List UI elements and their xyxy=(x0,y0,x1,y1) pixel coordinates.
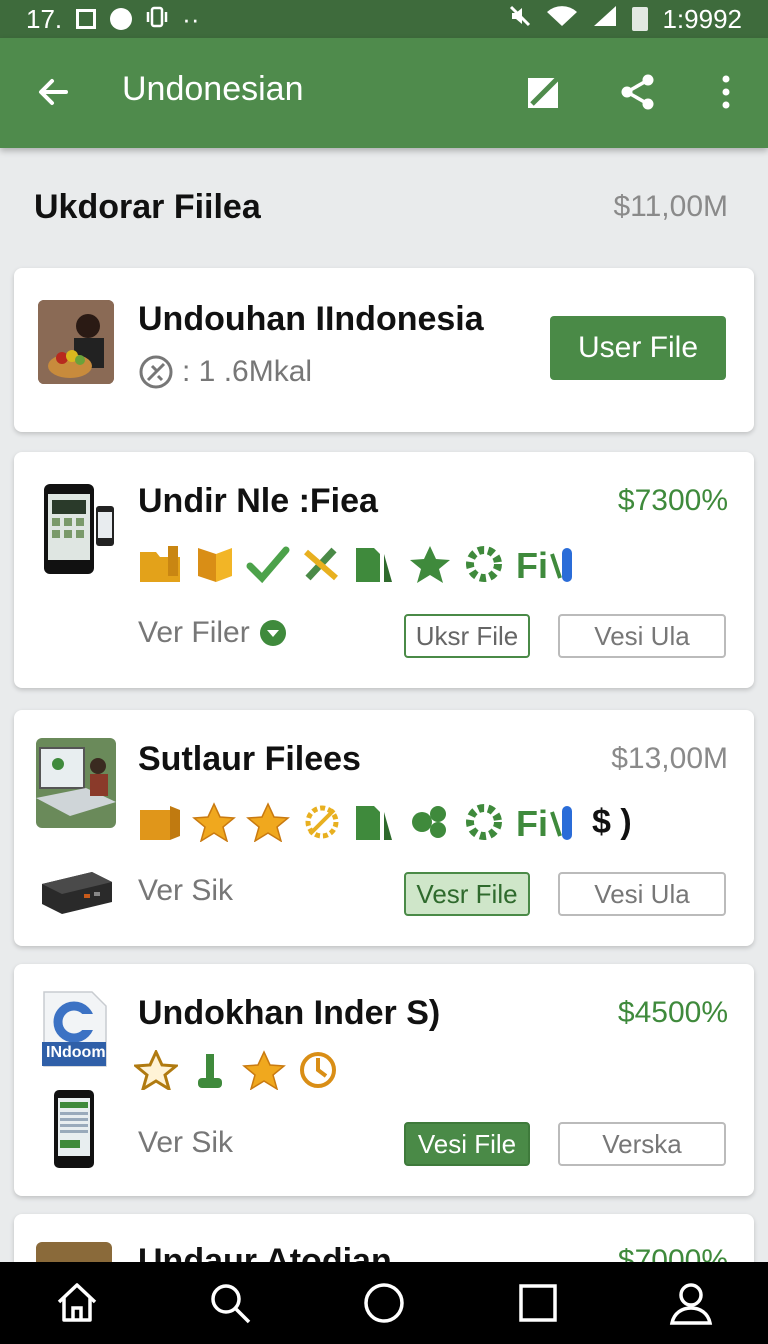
card-price: $13,00M xyxy=(611,742,728,775)
battery-icon xyxy=(632,7,649,31)
version-file-button[interactable]: Vesi File xyxy=(404,1122,530,1166)
card-price: $4500% xyxy=(617,996,728,1029)
square-status-icon xyxy=(76,9,97,29)
icon-row xyxy=(134,1050,340,1090)
page-title: Ukdorar Fiilea xyxy=(34,187,261,226)
svg-text:Fi: Fi xyxy=(516,803,548,842)
status-text: 17. xyxy=(26,3,63,34)
search-icon[interactable] xyxy=(207,1280,253,1326)
dropdown-icon[interactable] xyxy=(258,618,288,648)
file-ext-icon: Fi xyxy=(516,545,572,584)
laptop-thumbnail xyxy=(36,738,116,828)
icon-row-text: $ ) xyxy=(592,802,632,841)
vibrate-icon xyxy=(146,4,168,35)
status-bar: 17. ·· 1:9992 xyxy=(0,0,768,38)
card-size: : 1 .6Mkal xyxy=(182,355,313,388)
view-button[interactable]: Vesi Ula xyxy=(558,872,726,916)
notification-icon xyxy=(110,8,133,30)
card-label: Ver Filer xyxy=(138,616,250,649)
file-card-4[interactable]: INdoom Undokhan Inder S) $4500% Ver Sik … xyxy=(14,964,754,1196)
version-file-button[interactable]: Vesr File xyxy=(404,872,530,916)
star-icon xyxy=(192,802,236,842)
user-file-button[interactable]: Uksr File xyxy=(404,614,530,658)
book-icon xyxy=(356,548,392,582)
file-ext-icon: Fi xyxy=(516,803,572,842)
star-icon xyxy=(242,1050,286,1090)
check-icon xyxy=(246,546,290,584)
user-file-button[interactable]: User File xyxy=(550,316,726,380)
profile-icon[interactable] xyxy=(668,1280,714,1326)
card-subtitle-row: : 1 .6Mkal xyxy=(138,354,312,390)
circle-icon[interactable] xyxy=(361,1280,407,1326)
clock-icon xyxy=(300,1052,336,1088)
card-price: $7300% xyxy=(617,484,728,517)
share-icon[interactable] xyxy=(618,72,658,112)
card-title: Undokhan Inder S) xyxy=(138,994,441,1032)
device-thumbnail xyxy=(38,866,116,918)
app-thumbnail: INdoom xyxy=(42,990,108,1070)
folder-icon xyxy=(198,548,232,582)
card-label-row: Ver Filer xyxy=(138,616,288,650)
card-label: Ver Sik xyxy=(138,874,234,907)
edit-icon[interactable] xyxy=(524,72,564,112)
phone-thumbnail xyxy=(42,482,116,576)
gear-icon xyxy=(466,546,502,582)
file-card-2[interactable]: Undir Nle :Fiea $7300% Fi Ver Filer Uksr… xyxy=(14,452,754,688)
app-title: Undonesian xyxy=(122,70,304,108)
bottom-navigation xyxy=(0,1262,768,1344)
leaf-icon xyxy=(412,806,446,838)
card-title: Undouhan IIndonesia xyxy=(138,300,484,338)
icon-row: Fi xyxy=(138,544,576,584)
phone-thumbnail xyxy=(52,1088,96,1170)
icon-row: Fi $ ) xyxy=(138,802,632,842)
status-time: 1:9992 xyxy=(662,3,742,34)
status-dots: ·· xyxy=(182,3,200,34)
card-label: Ver Sik xyxy=(138,1126,234,1159)
card-title: Undir Nle :Fiea xyxy=(138,482,378,520)
card-title: Sutlaur Filees xyxy=(138,740,361,778)
file-card-3[interactable]: Sutlaur Filees $13,00M Fi $ ) Ver Sik Ve… xyxy=(14,710,754,946)
tools-icon xyxy=(304,547,338,581)
view-button[interactable]: Vesi Ula xyxy=(558,614,726,658)
thumbnail-image xyxy=(38,300,114,384)
file-card-1[interactable]: Undouhan IIndonesia : 1 .6Mkal User File xyxy=(14,268,754,432)
svg-text:Fi: Fi xyxy=(516,545,548,584)
gear-icon xyxy=(466,804,502,840)
star-icon xyxy=(410,546,450,583)
book-icon xyxy=(356,806,392,840)
app-bar: Undonesian xyxy=(0,38,768,148)
mute-icon xyxy=(508,4,532,35)
thumbnail-label: INdoom xyxy=(46,1044,106,1061)
folder-icon xyxy=(140,806,180,840)
star-outline-icon xyxy=(134,1050,178,1090)
brush-icon xyxy=(198,1054,222,1088)
compass-icon xyxy=(305,805,339,839)
square-icon[interactable] xyxy=(515,1280,561,1326)
more-vert-icon[interactable] xyxy=(706,72,746,112)
wifi-icon xyxy=(546,4,578,35)
version-button[interactable]: Verska xyxy=(558,1122,726,1166)
star-icon xyxy=(246,802,290,842)
back-arrow-icon[interactable] xyxy=(36,74,72,110)
speed-icon xyxy=(139,355,173,389)
home-icon[interactable] xyxy=(54,1280,100,1326)
folder-icon xyxy=(140,546,180,582)
signal-icon xyxy=(592,4,618,35)
page-header: Ukdorar Fiilea $11,00M xyxy=(34,184,728,230)
page-total: $11,00M xyxy=(613,190,728,223)
